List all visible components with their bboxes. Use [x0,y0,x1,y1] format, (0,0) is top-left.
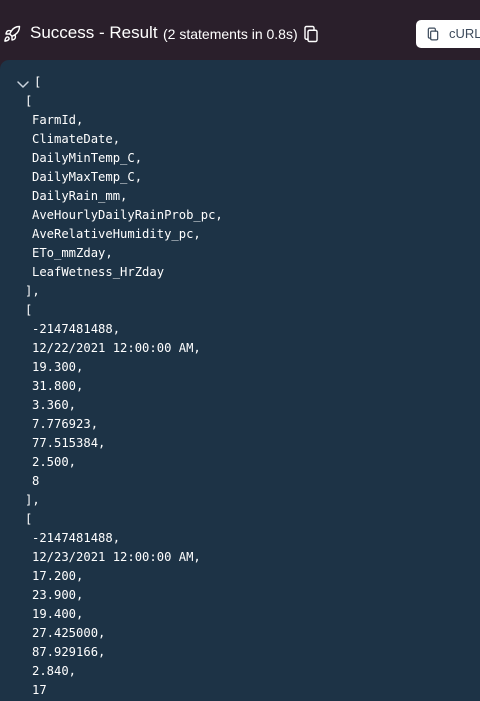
row-2-value: 17.200, [32,569,84,583]
row-1-value: 8 [32,474,40,488]
copy-icon [427,27,439,41]
header-row-open: [ [25,94,33,108]
row-1-value: 3.360, [32,398,77,412]
row-2-open: [ [25,512,33,526]
header-item: ETo_mmZday, [32,246,113,260]
header-item: FarmId, [32,113,84,127]
row-1-close: ], [25,493,40,507]
json-result-panel[interactable]: [ [ FarmId, ClimateDate, DailyMinTemp_C,… [0,60,480,701]
chevron-down-icon[interactable] [15,76,31,92]
row-2-value: 12/23/2021 12:00:00 AM, [32,550,201,564]
row-2-value: -2147481488, [32,531,121,545]
row-1-value: -2147481488, [32,322,121,336]
copy-icon[interactable] [302,25,320,43]
result-title: Success - Result [30,23,158,42]
row-2-value: 87.929166, [32,645,106,659]
header-item: DailyMinTemp_C, [32,151,143,165]
header-row-close: ], [25,284,40,298]
row-1-value: 12/22/2021 12:00:00 AM, [32,341,201,355]
result-window: Success - Result (2 statements in 0.8s) … [0,0,480,701]
row-2-value: 17 [32,683,47,697]
rocket-icon [4,25,21,42]
row-1-open: [ [25,303,33,317]
json-open-bracket: [ [34,75,42,89]
row-1-value: 7.776923, [32,417,99,431]
row-1-value: 2.500, [32,455,77,469]
result-header: Success - Result (2 statements in 0.8s) … [0,0,480,60]
header-item: AveRelativeHumidity_pc, [32,227,201,241]
header-item: DailyMaxTemp_C, [32,170,143,184]
header-item: DailyRain_mm, [32,189,128,203]
result-statement-summary: (2 statements in 0.8s) [163,26,298,42]
row-2-value: 2.840, [32,664,77,678]
row-1-value: 77.515384, [32,436,106,450]
header-item: ClimateDate, [32,132,121,146]
curl-button[interactable]: cURL [416,20,480,48]
row-1-value: 19.300, [32,360,84,374]
header-item: AveHourlyDailyRainProb_pc, [32,208,223,222]
header-item: LeafWetness_HrZday [32,265,165,279]
row-1-value: 31.800, [32,379,84,393]
row-2-value: 23.900, [32,588,84,602]
row-2-value: 19.400, [32,607,84,621]
row-2-value: 27.425000, [32,626,106,640]
curl-button-label: cURL [449,26,480,41]
